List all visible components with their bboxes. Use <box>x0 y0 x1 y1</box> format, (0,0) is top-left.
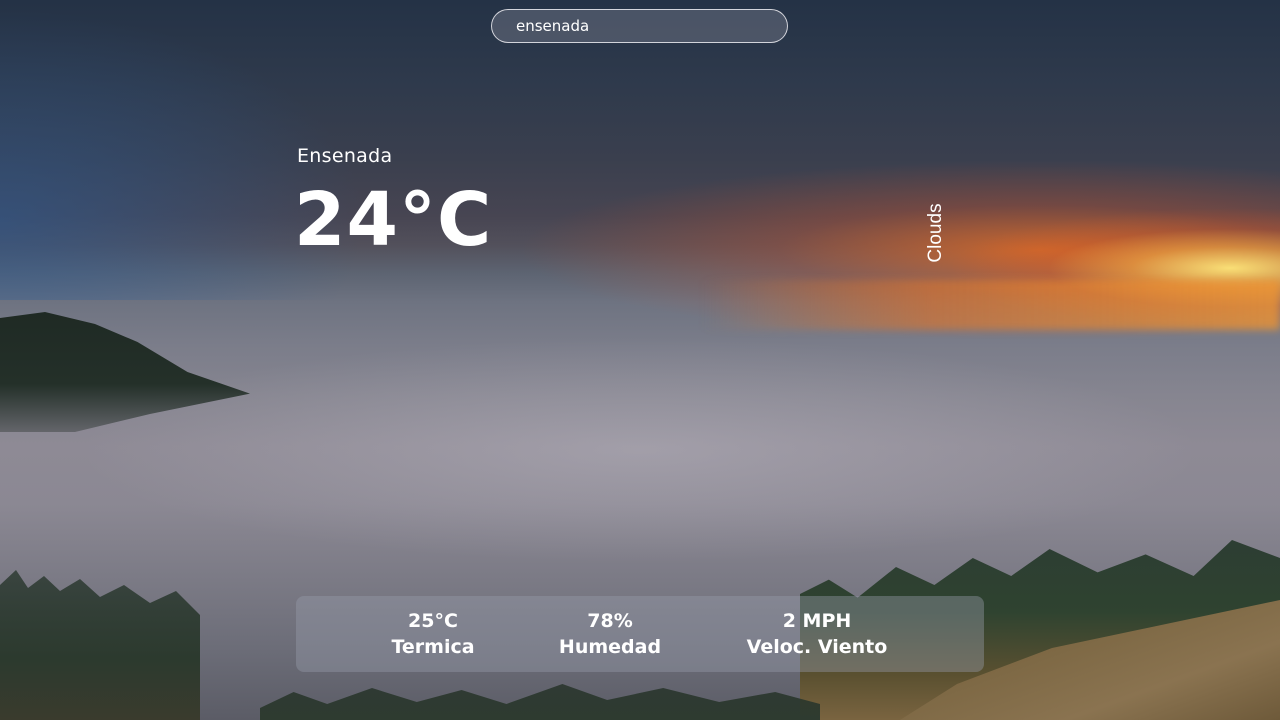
city-name: Ensenada <box>297 145 393 167</box>
city-search-input[interactable] <box>491 9 788 43</box>
feels-like-value: 25°C <box>408 610 458 632</box>
humidity-label: Humedad <box>558 636 662 658</box>
humidity-value: 78% <box>587 610 633 632</box>
wind-speed-stat: 2 MPH Veloc. Viento <box>732 608 902 660</box>
current-temperature: 24°C <box>294 177 493 263</box>
wind-speed-label: Veloc. Viento <box>746 636 888 658</box>
wind-speed-value: 2 MPH <box>782 610 852 632</box>
humidity-stat: 78% Humedad <box>540 608 680 660</box>
weather-condition: Clouds <box>925 203 946 263</box>
feels-like-label: Termica <box>391 636 475 658</box>
weather-stats-panel: 25°C Termica 78% Humedad 2 MPH Veloc. Vi… <box>296 596 984 672</box>
feels-like-stat: 25°C Termica <box>372 608 494 660</box>
background-fog <box>0 300 1280 600</box>
